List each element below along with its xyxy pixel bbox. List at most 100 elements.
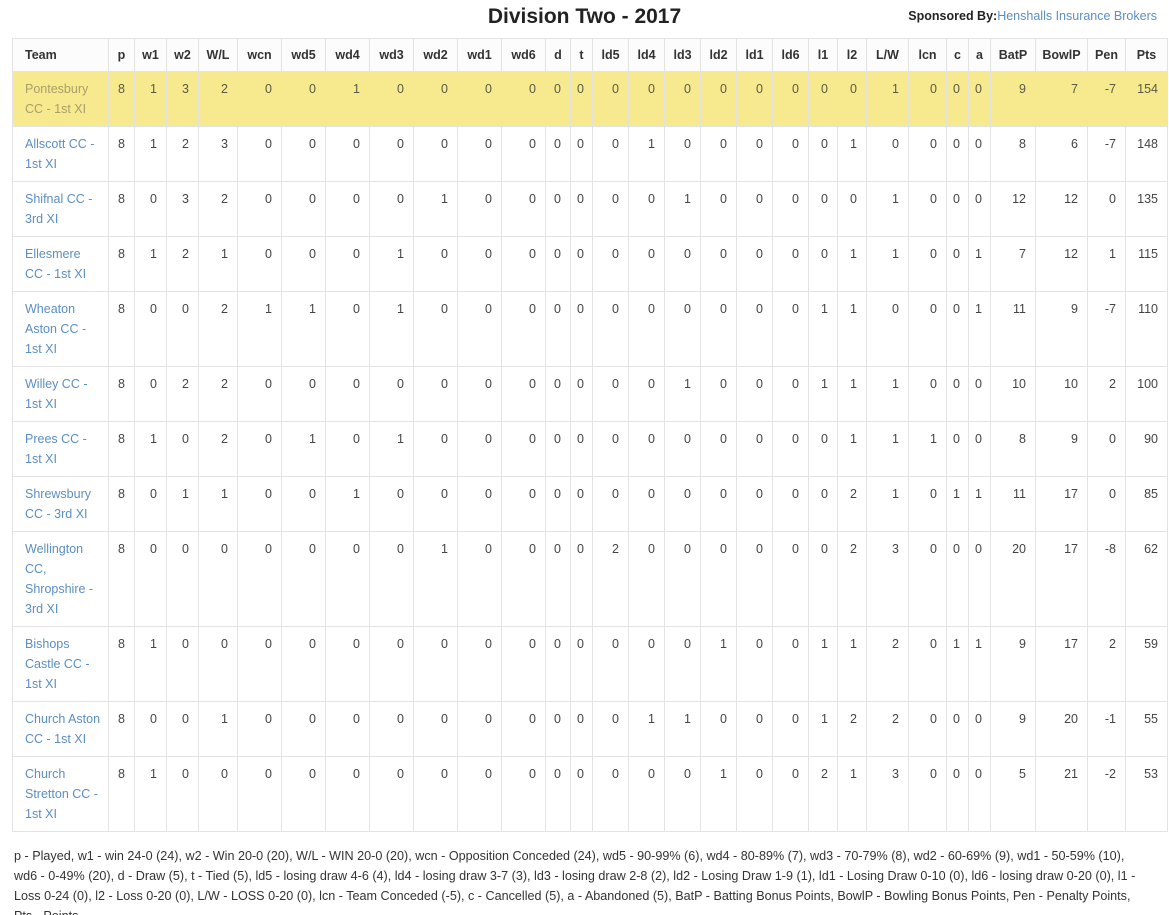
cell-wd3: 0 [369,531,414,627]
cell-t: 0 [570,71,593,127]
column-header-t[interactable]: t [570,38,593,72]
team-link[interactable]: Bishops Castle CC - 1st XI [25,637,90,691]
cell-wd5: 0 [281,476,326,532]
cell-ld6: 0 [772,421,809,477]
cell-a: 1 [968,476,991,532]
team-link[interactable]: Church Stretton CC - 1st XI [25,767,98,821]
column-header-wd3[interactable]: wd3 [369,38,414,72]
cell-w2: 0 [166,291,199,367]
cell-ld5: 0 [592,366,629,422]
cell-p: 8 [108,701,135,757]
cell-t: 0 [570,756,593,832]
column-header-ld2[interactable]: ld2 [700,38,737,72]
cell-ld6: 0 [772,71,809,127]
cell-ld2: 0 [700,126,737,182]
cell-w-l: 0 [198,531,238,627]
cell-ld1: 0 [736,126,773,182]
cell-ld4: 0 [628,476,665,532]
column-header-batp[interactable]: BatP [990,38,1036,72]
cell-ld2: 0 [700,181,737,237]
cell-l2: 1 [837,366,867,422]
cell-w-l: 2 [198,181,238,237]
column-header-wd6[interactable]: wd6 [501,38,546,72]
column-header-ld6[interactable]: ld6 [772,38,809,72]
cell-ld3: 0 [664,531,701,627]
team-cell: Church Stretton CC - 1st XI [12,756,109,832]
cell-pen: 2 [1087,366,1126,422]
team-link[interactable]: Allscott CC - 1st XI [25,137,94,171]
column-header-wd5[interactable]: wd5 [281,38,326,72]
column-header-ld5[interactable]: ld5 [592,38,629,72]
cell-l-w: 3 [866,531,909,627]
cell-pts: 62 [1125,531,1168,627]
column-header-l1[interactable]: l1 [808,38,838,72]
column-header-l2[interactable]: l2 [837,38,867,72]
cell-wd1: 0 [457,531,502,627]
team-link[interactable]: Ellesmere CC - 1st XI [25,247,86,281]
sponsor-link[interactable]: Henshalls Insurance Brokers [997,9,1157,23]
cell-w2: 0 [166,756,199,832]
column-header-w2[interactable]: w2 [166,38,199,72]
cell-batp: 9 [990,626,1036,702]
cell-d: 0 [545,701,571,757]
team-link[interactable]: Wellington CC, Shropshire - 3rd XI [25,542,93,616]
column-header-pts[interactable]: Pts [1125,38,1168,72]
cell-ld5: 0 [592,71,629,127]
cell-wd6: 0 [501,421,546,477]
cell-wcn: 0 [237,701,282,757]
column-header-wd4[interactable]: wd4 [325,38,370,72]
cell-wcn: 0 [237,421,282,477]
cell-wd2: 0 [413,236,458,292]
team-link[interactable]: Prees CC - 1st XI [25,432,87,466]
team-link[interactable]: Shrewsbury CC - 3rd XI [25,487,91,521]
cell-ld3: 0 [664,476,701,532]
team-link[interactable]: Church Aston CC - 1st XI [25,712,100,746]
column-header-c[interactable]: c [946,38,969,72]
column-header-d[interactable]: d [545,38,571,72]
column-header-wcn[interactable]: wcn [237,38,282,72]
column-header-ld4[interactable]: ld4 [628,38,665,72]
team-link[interactable]: Willey CC - 1st XI [25,377,88,411]
cell-lcn: 0 [908,126,947,182]
cell-wd5: 1 [281,291,326,367]
column-header-lcn[interactable]: lcn [908,38,947,72]
cell-d: 0 [545,366,571,422]
cell-batp: 8 [990,126,1036,182]
cell-c: 0 [946,531,969,627]
column-header-pen[interactable]: Pen [1087,38,1126,72]
column-header-w-l[interactable]: W/L [198,38,238,72]
column-header-team[interactable]: Team [12,38,109,72]
cell-l2: 2 [837,701,867,757]
column-header-wd2[interactable]: wd2 [413,38,458,72]
cell-wd3: 1 [369,291,414,367]
cell-l1: 0 [808,236,838,292]
column-header-bowlp[interactable]: BowlP [1035,38,1088,72]
cell-d: 0 [545,291,571,367]
column-header-w1[interactable]: w1 [134,38,167,72]
team-link[interactable]: Pontesbury CC - 1st XI [25,82,88,116]
column-header-ld3[interactable]: ld3 [664,38,701,72]
cell-bowlp: 12 [1035,236,1088,292]
column-header-l-w[interactable]: L/W [866,38,909,72]
table-row: Church Aston CC - 1st XI 8 0 0 1 0 0 0 0 0 0 0 0 0 0 1 1… [12,701,1168,757]
cell-l1: 0 [808,421,838,477]
column-header-p[interactable]: p [108,38,135,72]
cell-c: 0 [946,421,969,477]
cell-w2: 3 [166,181,199,237]
cell-t: 0 [570,531,593,627]
column-header-a[interactable]: a [968,38,991,72]
column-header-wd1[interactable]: wd1 [457,38,502,72]
column-header-ld1[interactable]: ld1 [736,38,773,72]
table-row: Wellington CC, Shropshire - 3rd XI 8 0 0 0 0 0… [12,531,1168,627]
cell-d: 0 [545,476,571,532]
team-link[interactable]: Wheaton Aston CC - 1st XI [25,302,86,356]
cell-l1: 1 [808,626,838,702]
cell-t: 0 [570,476,593,532]
team-link[interactable]: Shifnal CC - 3rd XI [25,192,92,226]
cell-wd2: 1 [413,181,458,237]
team-cell: Bishops Castle CC - 1st XI [12,626,109,702]
cell-w-l: 2 [198,421,238,477]
cell-pts: 59 [1125,626,1168,702]
cell-ld4: 0 [628,71,665,127]
cell-wd5: 0 [281,126,326,182]
